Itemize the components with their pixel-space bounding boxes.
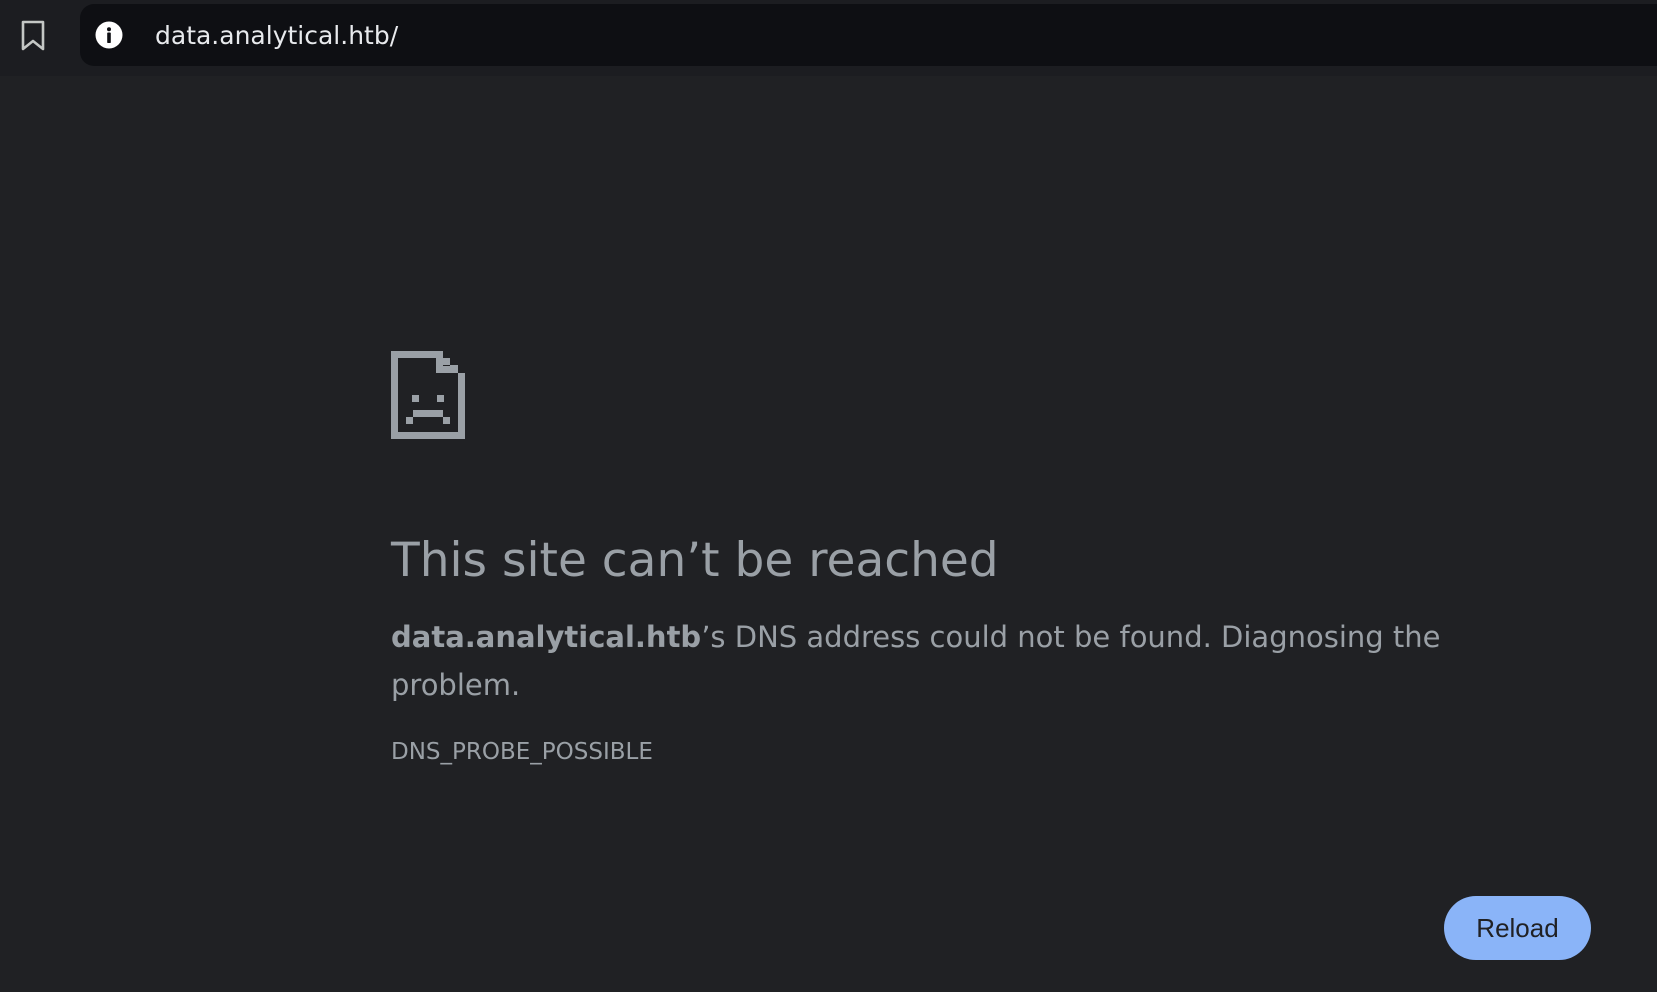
error-description: data.analytical.htb’s DNS address could … [391, 613, 1531, 709]
error-host: data.analytical.htb [391, 620, 702, 654]
error-code: DNS_PROBE_POSSIBLE [391, 739, 653, 765]
address-bar[interactable]: data.analytical.htb/ [80, 4, 1657, 66]
reload-button[interactable]: Reload [1444, 896, 1591, 960]
info-icon[interactable] [95, 21, 123, 49]
browser-toolbar: data.analytical.htb/ [0, 0, 1657, 76]
sad-page-icon [391, 351, 465, 439]
bookmark-icon [21, 20, 45, 51]
url-text[interactable]: data.analytical.htb/ [155, 21, 398, 51]
error-title: This site can’t be reached [391, 533, 999, 588]
bookmark-button[interactable] [16, 18, 50, 54]
error-content: This site can’t be reached data.analytic… [391, 351, 1531, 767]
